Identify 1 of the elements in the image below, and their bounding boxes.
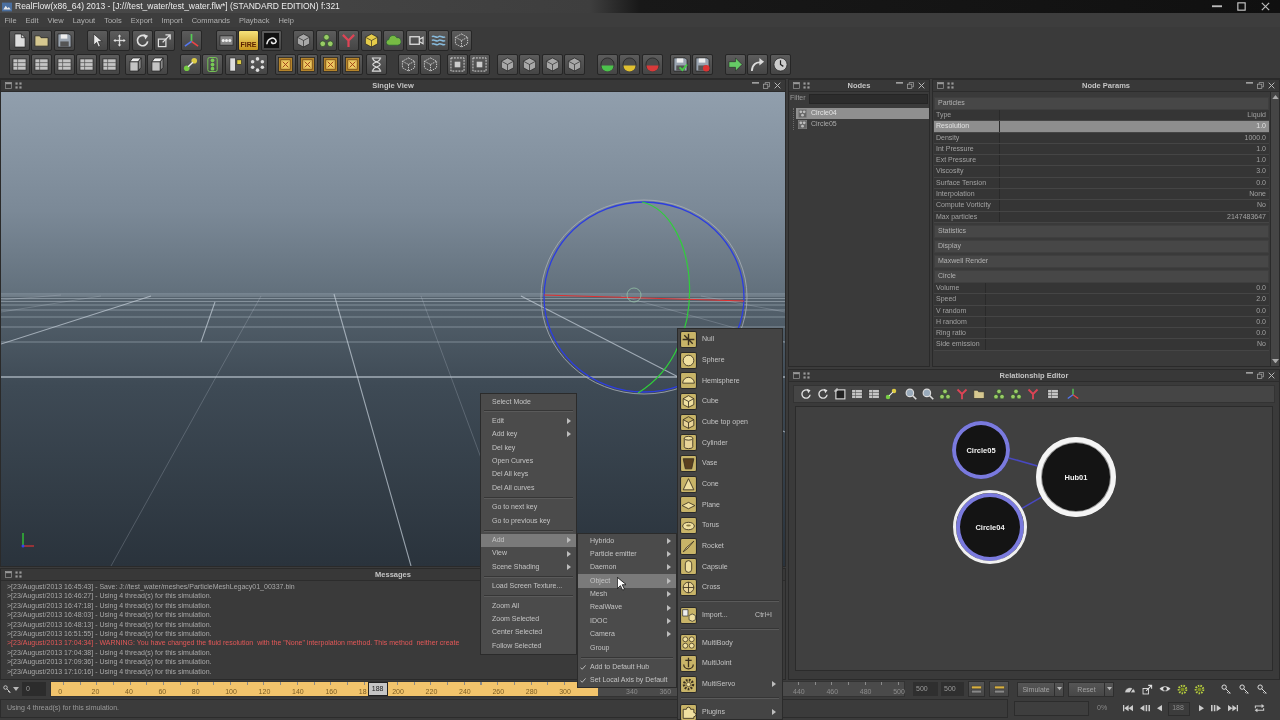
window-title: RealFlow(x86_64) 2013 - [J:///test_water/test_water.flw*] (STANDARD EDITION) f:321 xyxy=(15,1,340,12)
